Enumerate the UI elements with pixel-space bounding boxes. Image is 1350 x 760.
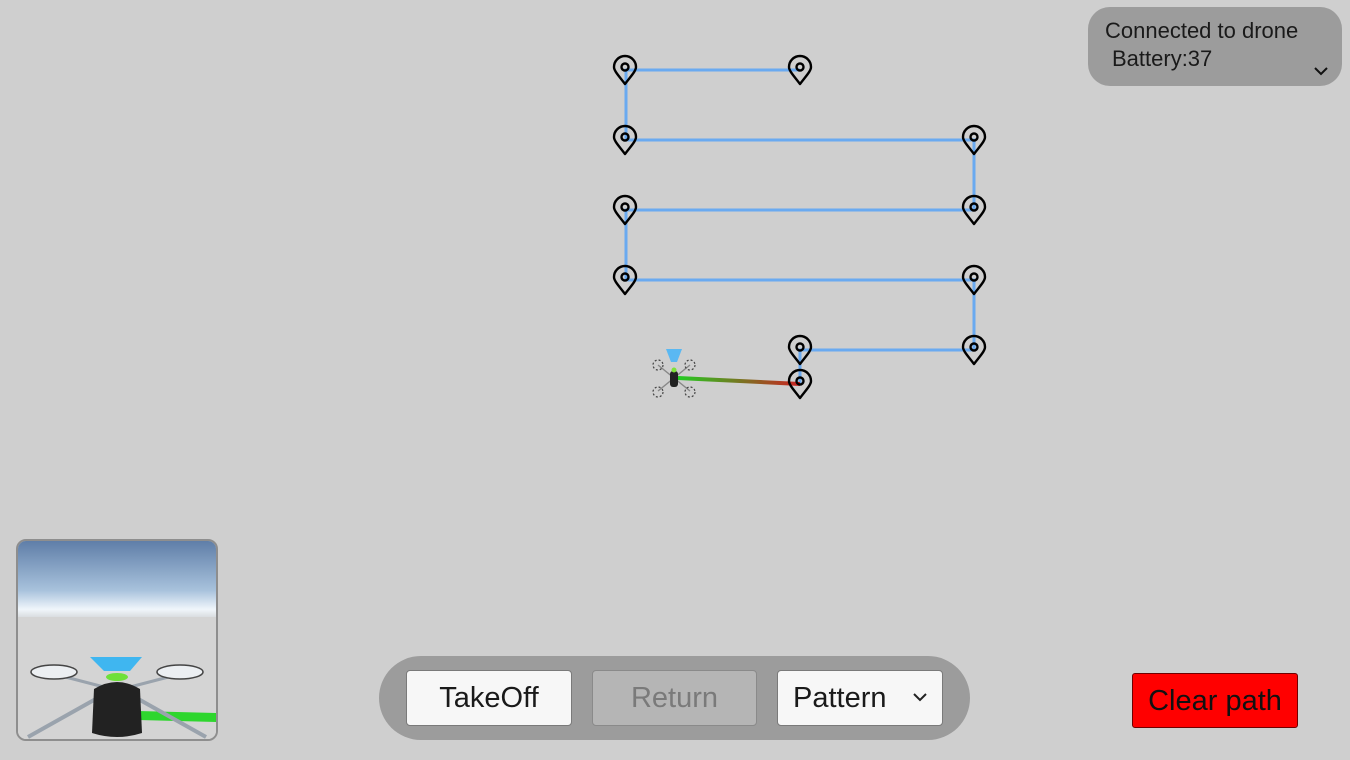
active-path-segment xyxy=(677,376,801,386)
pattern-dropdown[interactable]: Pattern xyxy=(777,670,943,726)
waypoints xyxy=(612,54,987,400)
chevron-down-icon[interactable] xyxy=(1314,66,1328,76)
chevron-down-icon xyxy=(913,693,927,702)
clear-path-button[interactable]: Clear path xyxy=(1132,673,1298,728)
camera-feed-image xyxy=(18,541,216,739)
camera-preview xyxy=(16,539,218,741)
connection-status-panel[interactable]: Connected to drone Battery:37 xyxy=(1088,7,1342,86)
takeoff-button[interactable]: TakeOff xyxy=(406,670,572,726)
pattern-dropdown-label: Pattern xyxy=(793,682,887,714)
drone-icon[interactable] xyxy=(652,349,696,398)
battery-level-text: Battery:37 xyxy=(1112,46,1213,71)
connection-status-text: Connected to drone xyxy=(1105,18,1299,43)
return-button[interactable]: Return xyxy=(592,670,757,726)
